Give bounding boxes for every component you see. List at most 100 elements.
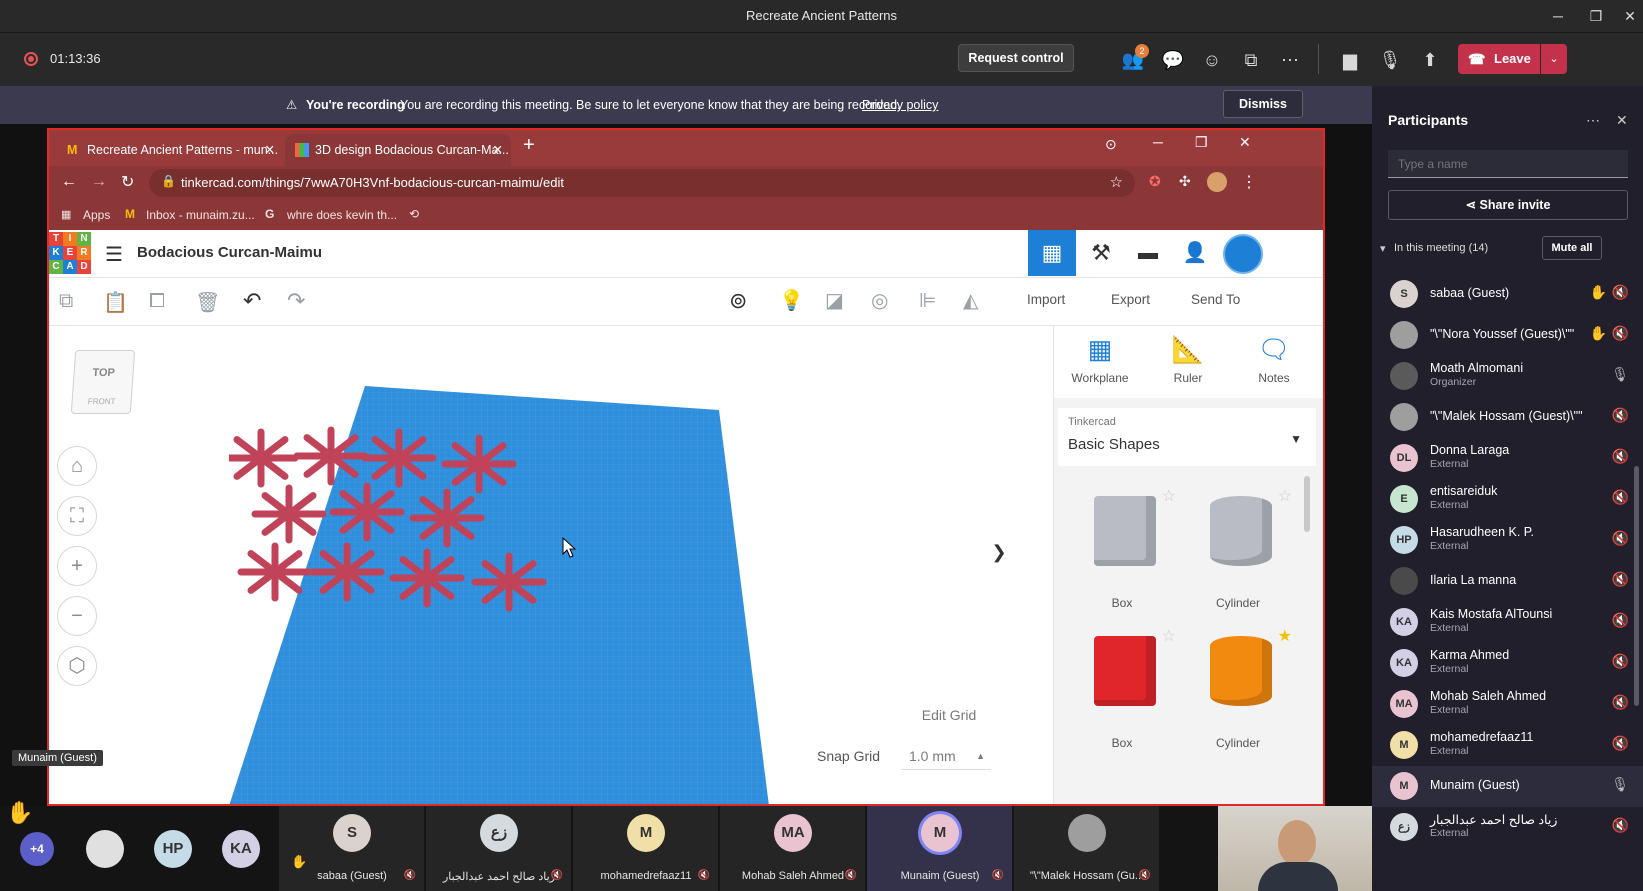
browser-tab-gmail[interactable]: M Recreate Ancient Patterns - mun... ✕ xyxy=(57,134,283,166)
participant-row[interactable]: Mmohamedrefaaz11 External 🔇 xyxy=(1372,725,1643,766)
favorite-star-icon[interactable]: ★ xyxy=(1278,626,1292,646)
star-flower-shape[interactable] xyxy=(309,542,385,602)
share-screen-icon[interactable]: ⬆ xyxy=(1414,44,1446,76)
delete-icon[interactable]: 🗑 xyxy=(195,290,220,315)
bookmark-apps[interactable]: Apps xyxy=(83,208,110,222)
workplane-canvas[interactable] xyxy=(229,386,789,806)
participant-row[interactable]: Ilaria La manna 🔇 xyxy=(1372,561,1643,602)
design-title[interactable]: Bodacious Curcan-Maimu xyxy=(137,244,322,261)
close-panel-icon[interactable]: ✕ xyxy=(1616,112,1628,129)
star-flower-shape[interactable] xyxy=(329,482,405,542)
bookmark-search[interactable]: whre does kevin th... xyxy=(287,208,397,222)
export-button[interactable]: Export xyxy=(1111,292,1150,307)
tab-search-icon[interactable]: ⊙ xyxy=(1105,136,1117,153)
puzzle-icon[interactable]: ✣ xyxy=(1179,173,1191,190)
shape-card[interactable]: ☆ Box xyxy=(1066,626,1178,756)
microphone-off-icon[interactable]: 🔇 xyxy=(1612,448,1629,465)
close-tab-icon[interactable]: ✕ xyxy=(493,134,503,166)
redo-icon[interactable]: ↷ xyxy=(287,288,305,314)
extension-icon[interactable]: ✪ xyxy=(1149,173,1161,190)
reactions-icon[interactable]: ☺ xyxy=(1196,44,1228,76)
history-icon[interactable]: ⟲ xyxy=(409,207,419,221)
home-view-icon[interactable]: ⌂ xyxy=(57,446,97,486)
section-chevron-icon[interactable]: ▾ xyxy=(1380,242,1386,255)
bookmark-inbox[interactable]: Inbox - munaim.zu... xyxy=(146,208,255,222)
bookmark-star-icon[interactable]: ☆ xyxy=(1110,173,1123,191)
participant-video-tile[interactable]: "\"Malek Hossam (Gu... 🔇 xyxy=(1013,806,1159,891)
favorite-star-icon[interactable]: ☆ xyxy=(1162,486,1176,506)
close-window-button[interactable]: ✕ xyxy=(1612,0,1643,32)
close-tab-icon[interactable]: ✕ xyxy=(265,134,275,166)
microphone-off-icon[interactable]: 🔇 xyxy=(1612,489,1629,506)
ungroup-icon[interactable]: ◎ xyxy=(871,288,888,313)
share-invite-button[interactable]: ⋖ Share invite xyxy=(1388,190,1628,220)
send-to-button[interactable]: Send To xyxy=(1191,292,1240,307)
microphone-icon[interactable]: 🎙 xyxy=(1374,44,1406,76)
edit-grid-button[interactable]: Edit Grid xyxy=(905,700,993,730)
star-flower-shape[interactable] xyxy=(251,484,327,544)
microphone-off-icon[interactable]: 🔇 xyxy=(1612,735,1629,752)
participant-video-tile[interactable]: Mmohamedrefaaz11 🔇 xyxy=(572,806,718,891)
browser-restore-icon[interactable]: ❐ xyxy=(1195,134,1208,151)
minimize-button[interactable]: ─ xyxy=(1540,0,1576,32)
chat-icon[interactable]: 💬 xyxy=(1157,44,1189,76)
paste-icon[interactable]: 📋 xyxy=(103,290,128,315)
align-icon[interactable]: ⊫ xyxy=(919,288,936,313)
microphone-off-icon[interactable]: 🔇 xyxy=(1612,694,1629,711)
microphone-off-icon[interactable]: 🔇 xyxy=(1612,530,1629,547)
participant-row[interactable]: DL Donna Laraga External 🔇 xyxy=(1372,438,1643,479)
participant-row[interactable]: "\"Malek Hossam (Guest)\"" 🔇 xyxy=(1372,397,1643,438)
duplicate-icon[interactable]: ⧠ xyxy=(149,290,165,313)
codeblocks-pickaxe-icon[interactable]: ⚒ xyxy=(1079,230,1123,276)
participant-video-tile[interactable]: M Munaim (Guest) 🔇 xyxy=(866,806,1012,891)
workplane-viewport[interactable]: TOP FRONT ⌂ ⛶ + − ⬡ Edit Grid Snap Grid … xyxy=(49,326,1053,806)
perspective-icon[interactable]: ⬡ xyxy=(57,646,97,686)
add-user-icon[interactable]: 👤 xyxy=(1173,230,1217,276)
notes-tool[interactable]: 🗨 Notes xyxy=(1238,334,1310,385)
more-options-icon[interactable]: ⋯ xyxy=(1586,112,1600,129)
participant-video-tile[interactable]: MA Mohab Saleh Ahmed 🔇 xyxy=(719,806,865,891)
library-selector[interactable]: Tinkercad Basic Shapes ▼ xyxy=(1058,408,1316,466)
leave-options-chevron-icon[interactable]: ⌄ xyxy=(1541,44,1567,74)
maximize-button[interactable]: ❐ xyxy=(1578,0,1614,32)
profile-avatar-icon[interactable] xyxy=(1207,172,1227,192)
participant-row[interactable]: "\"Nora Youssef (Guest)\"" ✋ 🔇 xyxy=(1372,315,1643,356)
participant-row[interactable]: KA Karma Ahmed External 🔇 xyxy=(1372,643,1643,684)
lightbulb-icon[interactable]: 💡 xyxy=(779,288,804,313)
browser-menu-icon[interactable]: ⋮ xyxy=(1241,172,1257,192)
mute-all-button[interactable]: Mute all xyxy=(1542,236,1602,260)
shape-card[interactable]: ★ Cylinder xyxy=(1182,626,1294,756)
star-flower-shape[interactable] xyxy=(409,488,485,548)
browser-close-icon[interactable]: ✕ xyxy=(1239,134,1251,151)
request-control-button[interactable]: Request control xyxy=(958,44,1074,72)
participant-row[interactable]: Moath Almomani Organizer 🎙 xyxy=(1372,356,1643,397)
star-flower-shape[interactable] xyxy=(441,434,517,494)
participant-row[interactable]: زع زياد صالح احمد عبدالجبار External 🔇 xyxy=(1372,807,1643,848)
design-list-icon[interactable]: ☰ xyxy=(105,242,123,267)
browser-tab-tinkercad[interactable]: 3D design Bodacious Curcan-Ma... ✕ xyxy=(285,134,511,166)
browser-minimize-icon[interactable]: ─ xyxy=(1153,134,1163,150)
ruler-tool[interactable]: 📐 Ruler xyxy=(1152,334,1224,385)
rooms-icon[interactable]: ⧉ xyxy=(1235,44,1267,76)
more-actions-icon[interactable]: ⋯ xyxy=(1274,44,1306,76)
zoom-in-icon[interactable]: + xyxy=(57,546,97,586)
participant-row[interactable]: M Munaim (Guest) 🎙 xyxy=(1372,766,1643,807)
more-participants-button[interactable]: +4 xyxy=(20,832,54,866)
participant-row[interactable]: MA Mohab Saleh Ahmed External 🔇 xyxy=(1372,684,1643,725)
microphone-off-icon[interactable]: 🔇 xyxy=(1612,284,1629,301)
shape-card[interactable]: ☆ Cylinder xyxy=(1182,486,1294,616)
favorite-star-icon[interactable]: ☆ xyxy=(1162,626,1176,646)
star-flower-shape[interactable] xyxy=(237,542,313,602)
participant-video-tile[interactable]: Ssabaa (Guest) ✋ 🔇 xyxy=(278,806,424,891)
snap-grid-select[interactable]: 1.0 mm ▲ xyxy=(901,742,991,770)
microphone-off-icon[interactable]: 🔇 xyxy=(1612,407,1629,424)
collapse-panel-chevron-icon[interactable]: ❯ xyxy=(987,524,1011,580)
workplane-tool[interactable]: ▦ Workplane xyxy=(1064,334,1136,385)
bricks-icon[interactable]: ▬ xyxy=(1126,230,1170,276)
fit-view-icon[interactable]: ⛶ xyxy=(57,496,97,536)
star-flower-shape[interactable] xyxy=(389,548,465,608)
dismiss-button[interactable]: Dismiss xyxy=(1223,90,1303,118)
star-flower-shape[interactable] xyxy=(361,428,437,488)
undo-icon[interactable]: ↶ xyxy=(243,288,261,314)
tinkercad-logo[interactable]: TINKERCAD xyxy=(49,232,91,274)
